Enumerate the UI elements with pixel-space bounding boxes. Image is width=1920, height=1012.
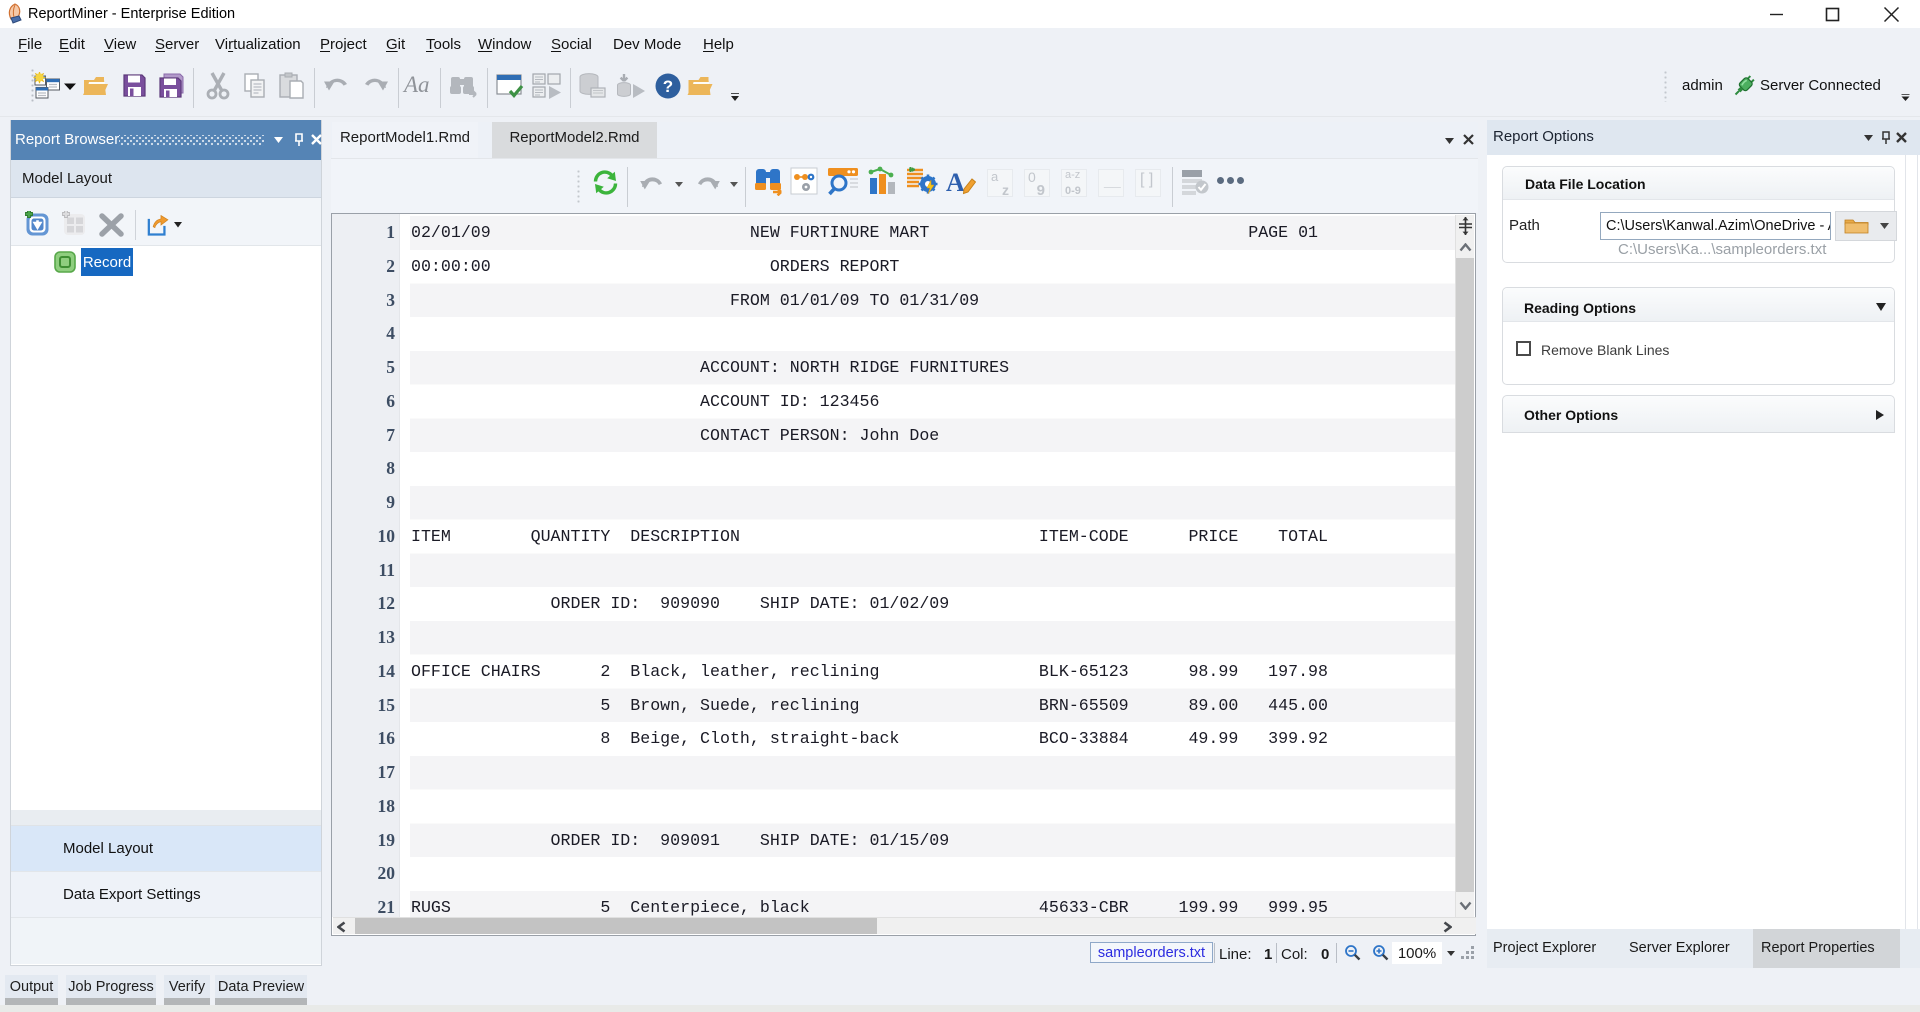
svg-text:A: A	[946, 168, 965, 197]
svg-text:?: ?	[663, 77, 673, 96]
